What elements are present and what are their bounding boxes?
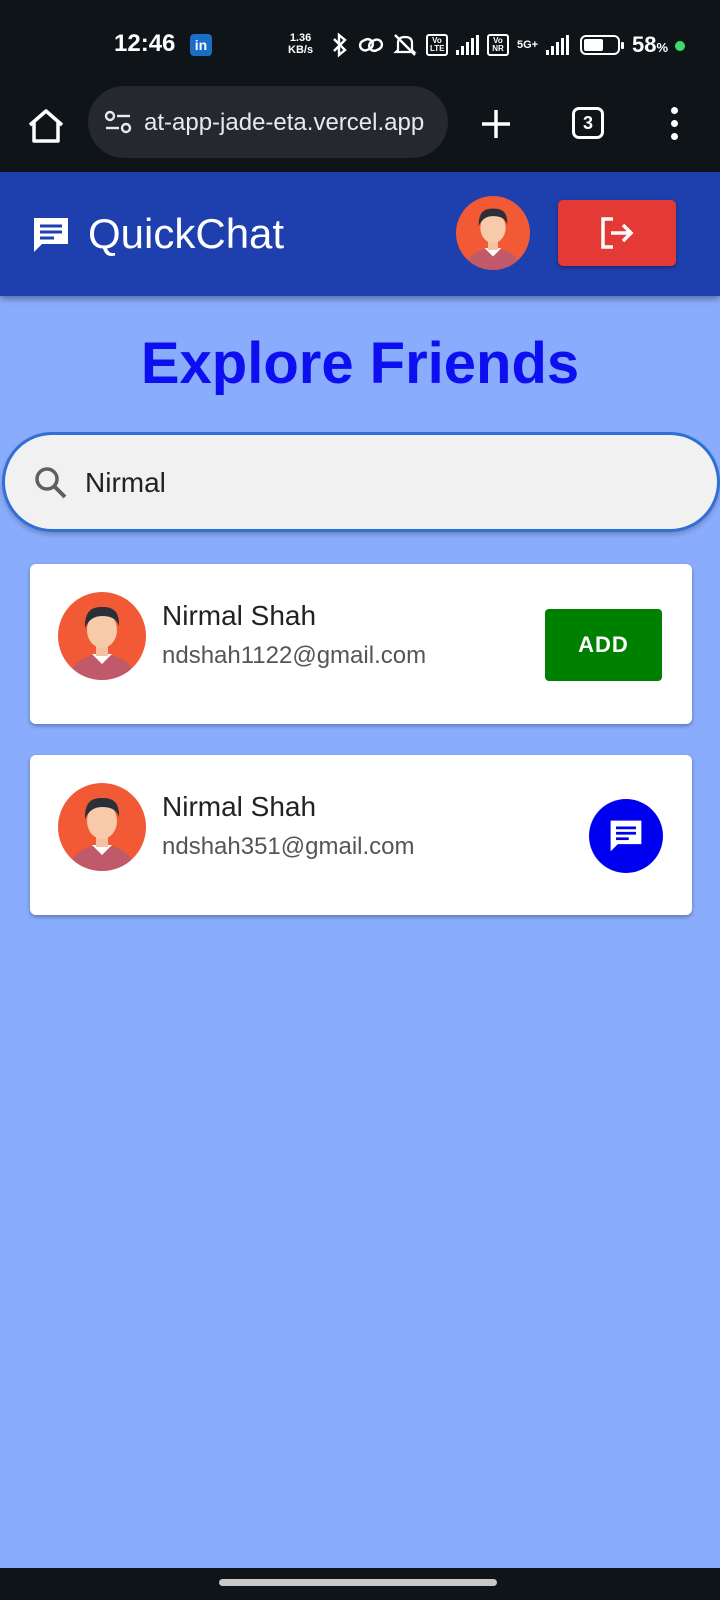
battery-percent-sign: % — [656, 40, 669, 55]
friend-avatar — [58, 783, 146, 871]
menu-dot — [670, 120, 678, 127]
system-navigation-bar — [0, 1568, 720, 1600]
gesture-handle[interactable] — [219, 1579, 497, 1586]
logout-icon — [601, 217, 634, 249]
search-input[interactable] — [85, 455, 685, 511]
chat-icon — [610, 820, 642, 852]
menu-dot — [670, 107, 678, 114]
friend-email: ndshah1122@gmail.com — [162, 642, 427, 669]
friend-card: Nirmal Shah ndshah1122@gmail.com ADD — [30, 564, 692, 724]
network-type: 5G+ — [517, 39, 539, 51]
app-title: QuickChat — [88, 210, 285, 257]
privacy-indicator-dot — [675, 41, 685, 51]
status-bar: 12:46 in 1.36 KB/s Vo LTE Vo NR 5G+ 58% — [0, 0, 720, 86]
volte-badge: Vo LTE — [426, 34, 448, 56]
friend-name: Nirmal Shah — [162, 600, 317, 631]
new-tab-icon[interactable] — [476, 104, 516, 144]
signal-icon-1 — [456, 35, 479, 55]
notifications-off-icon — [393, 34, 417, 56]
network-speed: 1.36 KB/s — [288, 32, 313, 56]
search-bar[interactable] — [2, 432, 720, 532]
status-time: 12:46 — [114, 30, 176, 57]
chat-logo-icon — [34, 218, 68, 252]
add-friend-button[interactable]: ADD — [545, 609, 662, 681]
search-icon — [35, 467, 67, 499]
friend-email: ndshah351@gmail.com — [162, 833, 415, 860]
app-header: QuickChat — [0, 172, 720, 296]
tab-switcher-button[interactable]: 3 — [572, 107, 604, 139]
friend-name: Nirmal Shah — [162, 791, 317, 822]
friend-avatar — [58, 592, 146, 680]
link-icon — [358, 37, 384, 53]
menu-dot — [670, 133, 678, 140]
browser-toolbar: at-app-jade-eta.vercel.app 3 — [0, 86, 720, 172]
friend-card: Nirmal Shah ndshah351@gmail.com — [30, 755, 692, 915]
home-icon[interactable] — [24, 104, 68, 148]
address-bar[interactable]: at-app-jade-eta.vercel.app — [88, 86, 448, 158]
status-icons: Vo LTE Vo NR 5G+ — [330, 30, 570, 60]
site-settings-icon[interactable] — [104, 110, 132, 134]
network-speed-value: 1.36 — [289, 32, 312, 44]
vonr-badge: Vo NR — [487, 34, 509, 56]
logout-button[interactable] — [558, 200, 676, 266]
user-avatar[interactable] — [456, 196, 530, 270]
battery-icon — [580, 35, 624, 55]
open-chat-button[interactable] — [589, 799, 663, 873]
page-title: Explore Friends — [140, 331, 580, 396]
battery-nub — [621, 42, 624, 49]
url-text[interactable]: at-app-jade-eta.vercel.app — [144, 109, 436, 137]
battery-fill — [584, 39, 603, 51]
battery-percent-value: 58 — [632, 32, 657, 57]
more-options-icon[interactable] — [664, 104, 684, 144]
battery-percent: 58% — [632, 32, 668, 58]
bluetooth-icon — [333, 32, 347, 58]
network-speed-unit: KB/s — [288, 44, 314, 56]
signal-icon-2 — [546, 35, 570, 55]
linkedin-notification-icon: in — [190, 34, 212, 56]
